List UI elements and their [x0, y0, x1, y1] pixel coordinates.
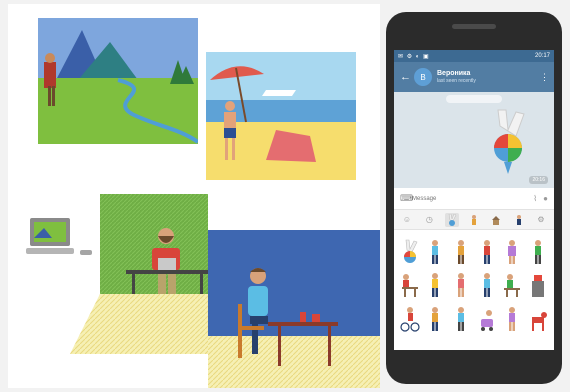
sticker[interactable] — [398, 335, 422, 351]
sticker-pack-victory-tab[interactable] — [444, 212, 459, 227]
illustration-panel — [8, 4, 380, 388]
sticker[interactable] — [424, 335, 448, 351]
floor-illustration — [70, 294, 210, 354]
message-input[interactable] — [412, 195, 528, 202]
sticker[interactable] — [501, 335, 525, 351]
laptop-illustration — [26, 216, 96, 264]
message-composer: ⌨ ⌇ ● — [394, 188, 554, 210]
more-vert-icon[interactable]: ⋮ — [540, 72, 549, 83]
speaker-grille — [452, 24, 496, 29]
cafe-illustration — [208, 230, 380, 388]
sticker-pack-person-tab[interactable] — [467, 213, 481, 227]
sticker[interactable] — [526, 234, 550, 266]
sticker[interactable] — [424, 234, 448, 266]
microphone-icon[interactable]: ● — [543, 194, 548, 203]
clock-icon[interactable]: ◷ — [422, 213, 436, 227]
message-time: 20:16 — [529, 176, 548, 184]
sticker[interactable] — [526, 335, 550, 351]
sticker[interactable] — [526, 268, 550, 300]
phone-mockup: ✉ ⚙ ◐ ▣ 20:17 ← В Вероника last seen rec… — [386, 12, 562, 384]
sticker[interactable] — [449, 335, 473, 351]
status-bar: ✉ ⚙ ◐ ▣ 20:17 — [394, 50, 554, 62]
sticker[interactable] — [424, 301, 448, 333]
sticker[interactable] — [475, 268, 499, 300]
sticker[interactable] — [501, 268, 525, 300]
sticker[interactable] — [501, 301, 525, 333]
sticker[interactable] — [398, 234, 422, 266]
date-chip — [446, 95, 502, 103]
contact-info[interactable]: Вероника last seen recently — [437, 70, 540, 84]
phone-screen: ✉ ⚙ ◐ ▣ 20:17 ← В Вероника last seen rec… — [394, 50, 554, 350]
sticker-message[interactable] — [478, 106, 536, 178]
gear-icon[interactable]: ⚙ — [534, 213, 548, 227]
sticker-pack-house-tab[interactable] — [489, 213, 503, 227]
sticker-grid — [394, 230, 554, 350]
beach-illustration — [206, 52, 356, 180]
sticker[interactable] — [501, 234, 525, 266]
chat-area: 20:16 — [394, 92, 554, 188]
status-time: 20:17 — [534, 53, 550, 59]
sticker[interactable] — [475, 301, 499, 333]
keyboard-icon[interactable]: ⌨ — [400, 193, 413, 204]
contact-name: Вероника — [437, 70, 471, 77]
sticker[interactable] — [526, 301, 550, 333]
sticker[interactable] — [398, 301, 422, 333]
chat-header: ← В Вероника last seen recently ⋮ — [394, 62, 554, 92]
sticker[interactable] — [449, 301, 473, 333]
notification-icons: ✉ ⚙ ◐ ▣ — [398, 53, 430, 60]
composition: ✉ ⚙ ◐ ▣ 20:17 ← В Вероника last seen rec… — [0, 0, 570, 392]
paperclip-icon[interactable]: ⌇ — [533, 194, 537, 203]
sticker[interactable] — [424, 268, 448, 300]
sticker[interactable] — [449, 234, 473, 266]
sticker[interactable] — [398, 268, 422, 300]
sticker-tabs: ☺ ◷ ⚙ — [394, 210, 554, 230]
sticker[interactable] — [475, 335, 499, 351]
last-seen: last seen recently — [437, 78, 476, 84]
avatar[interactable]: В — [414, 68, 432, 86]
emoji-tab-icon[interactable]: ☺ — [400, 213, 414, 227]
sticker[interactable] — [449, 268, 473, 300]
sticker[interactable] — [475, 234, 499, 266]
arrow-back-icon[interactable]: ← — [400, 71, 414, 83]
sticker-pack-man-tab[interactable] — [512, 213, 526, 227]
hiker-illustration — [38, 18, 198, 144]
